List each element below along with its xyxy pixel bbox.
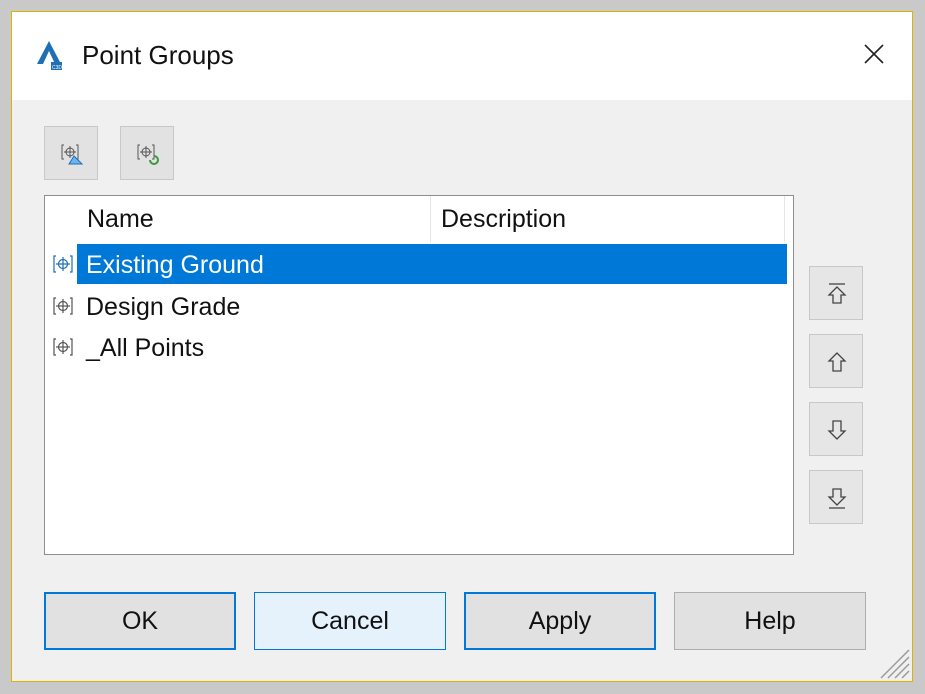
list-item[interactable]: Design Grade <box>45 286 787 326</box>
point-group-properties-button[interactable] <box>44 126 98 180</box>
update-point-groups-button[interactable] <box>120 126 174 180</box>
ok-button[interactable]: OK <box>44 592 236 650</box>
point-groups-list[interactable]: Name Description Existing Ground Design … <box>44 195 794 555</box>
move-down-icon <box>827 420 847 440</box>
column-header-name[interactable]: Name <box>77 196 431 242</box>
cancel-button[interactable]: Cancel <box>254 592 446 650</box>
dialog-title: Point Groups <box>82 40 234 70</box>
list-item[interactable]: _All Points <box>45 327 787 367</box>
resize-grip-icon[interactable] <box>876 645 910 679</box>
help-button[interactable]: Help <box>674 592 866 650</box>
move-to-top-icon <box>827 283 847 304</box>
list-item[interactable]: Existing Ground <box>45 244 787 284</box>
point-group-icon <box>53 297 73 315</box>
update-point-groups-icon <box>137 144 159 165</box>
svg-text:C3D: C3D <box>52 65 62 70</box>
move-up-icon <box>827 352 847 372</box>
point-groups-dialog: C3D Point Groups Name Description Existi… <box>11 11 913 682</box>
civil3d-app-icon: C3D <box>37 41 62 70</box>
column-header-description[interactable]: Description <box>431 196 785 242</box>
point-group-name: Design Grade <box>86 293 241 321</box>
point-group-name: _All Points <box>86 334 205 362</box>
move-to-bottom-button[interactable] <box>809 470 863 524</box>
close-icon[interactable] <box>856 36 892 72</box>
move-up-button[interactable] <box>809 334 863 388</box>
point-group-icon <box>53 338 73 356</box>
apply-button[interactable]: Apply <box>464 592 656 650</box>
move-to-top-button[interactable] <box>809 266 863 320</box>
move-to-bottom-icon <box>827 488 847 509</box>
point-group-properties-icon <box>61 144 83 165</box>
point-group-name: Existing Ground <box>86 251 264 279</box>
title-bar: C3D Point Groups <box>12 12 912 100</box>
point-group-icon <box>53 255 73 273</box>
move-down-button[interactable] <box>809 402 863 456</box>
